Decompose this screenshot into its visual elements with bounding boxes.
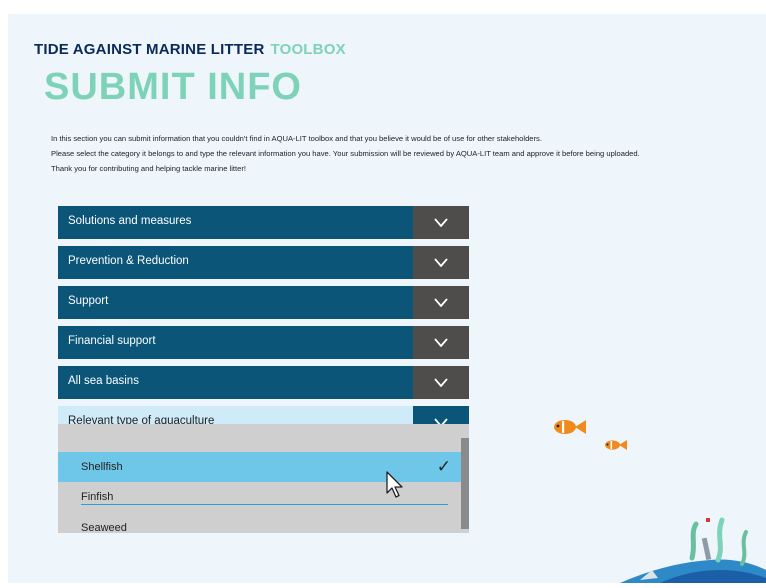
fish-icon	[553, 418, 587, 441]
intro-paragraph: Thank you for contributing and helping t…	[51, 164, 247, 173]
accordion-label: Prevention & Reduction	[58, 246, 413, 279]
intro-paragraph: In this section you can submit informati…	[51, 134, 542, 143]
accordion-label: Solutions and measures	[58, 206, 413, 239]
accordion-label: Support	[58, 286, 413, 319]
accordion-financial[interactable]: Financial support	[58, 326, 469, 359]
chevron-down-icon[interactable]	[413, 206, 469, 239]
option-divider	[81, 504, 448, 505]
checkmark-icon: ✓	[436, 457, 451, 476]
option-label: Seaweed	[81, 522, 127, 534]
brand-main: TIDE AGAINST MARINE LITTER	[34, 41, 265, 58]
seabed-illustration	[600, 500, 766, 588]
page-title: SUBMIT INFO	[44, 66, 302, 108]
accordion-support[interactable]: Support	[58, 286, 469, 319]
aquaculture-dropdown-list: Shellfish ✓ Finfish Seaweed	[58, 424, 469, 534]
option-label: Finfish	[81, 491, 114, 503]
accordion-label: Financial support	[58, 326, 413, 359]
chevron-down-icon[interactable]	[413, 326, 469, 359]
mouse-pointer-icon	[385, 471, 405, 504]
intro-paragraph: Please select the category it belongs to…	[51, 149, 640, 158]
dropdown-scrollbar[interactable]	[461, 438, 469, 529]
chevron-down-icon[interactable]	[413, 286, 469, 319]
option-label: Shellfish	[81, 461, 123, 473]
accordion-sea-basins[interactable]: All sea basins	[58, 366, 469, 399]
accordion-prevention[interactable]: Prevention & Reduction	[58, 246, 469, 279]
brand-sub: TOOLBOX	[270, 41, 346, 58]
chevron-down-icon[interactable]	[413, 366, 469, 399]
accordion-solutions[interactable]: Solutions and measures	[58, 206, 469, 239]
intro-text: In this section you can submit informati…	[51, 134, 696, 179]
brand-logo: TIDE AGAINST MARINE LITTER TOOLBOX	[34, 41, 346, 58]
chevron-down-icon[interactable]	[413, 246, 469, 279]
option-seaweed[interactable]: Seaweed	[58, 514, 461, 542]
fish-icon	[604, 438, 628, 456]
accordion-label: All sea basins	[58, 366, 413, 399]
